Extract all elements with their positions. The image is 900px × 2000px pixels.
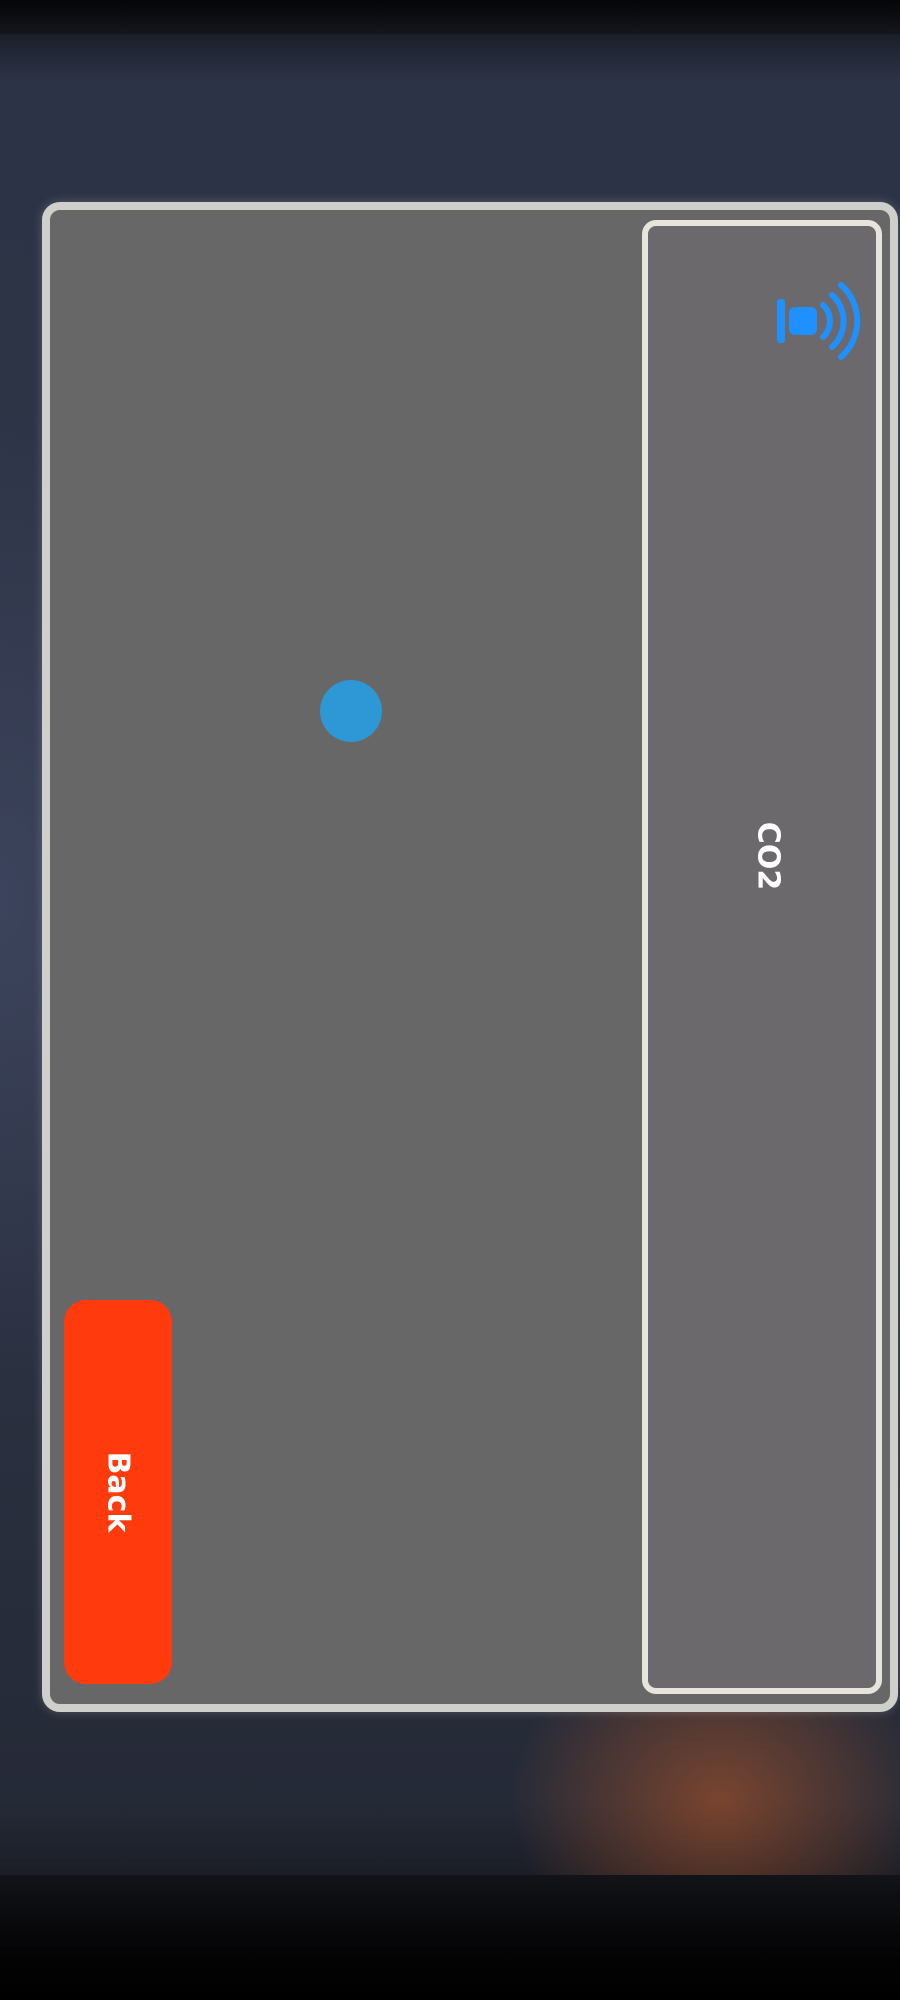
sensor-sidebar-panel[interactable]: CO2 <box>642 220 882 1694</box>
wifi-signal-icon <box>777 282 861 360</box>
device-screen: Back CO2 <box>42 202 898 1712</box>
back-button-label: Back <box>100 1451 136 1533</box>
back-button[interactable]: Back <box>64 1300 172 1684</box>
device-bezel-top <box>0 0 900 34</box>
device-bezel-bottom <box>0 1875 900 2000</box>
status-indicator-dot <box>320 680 382 742</box>
